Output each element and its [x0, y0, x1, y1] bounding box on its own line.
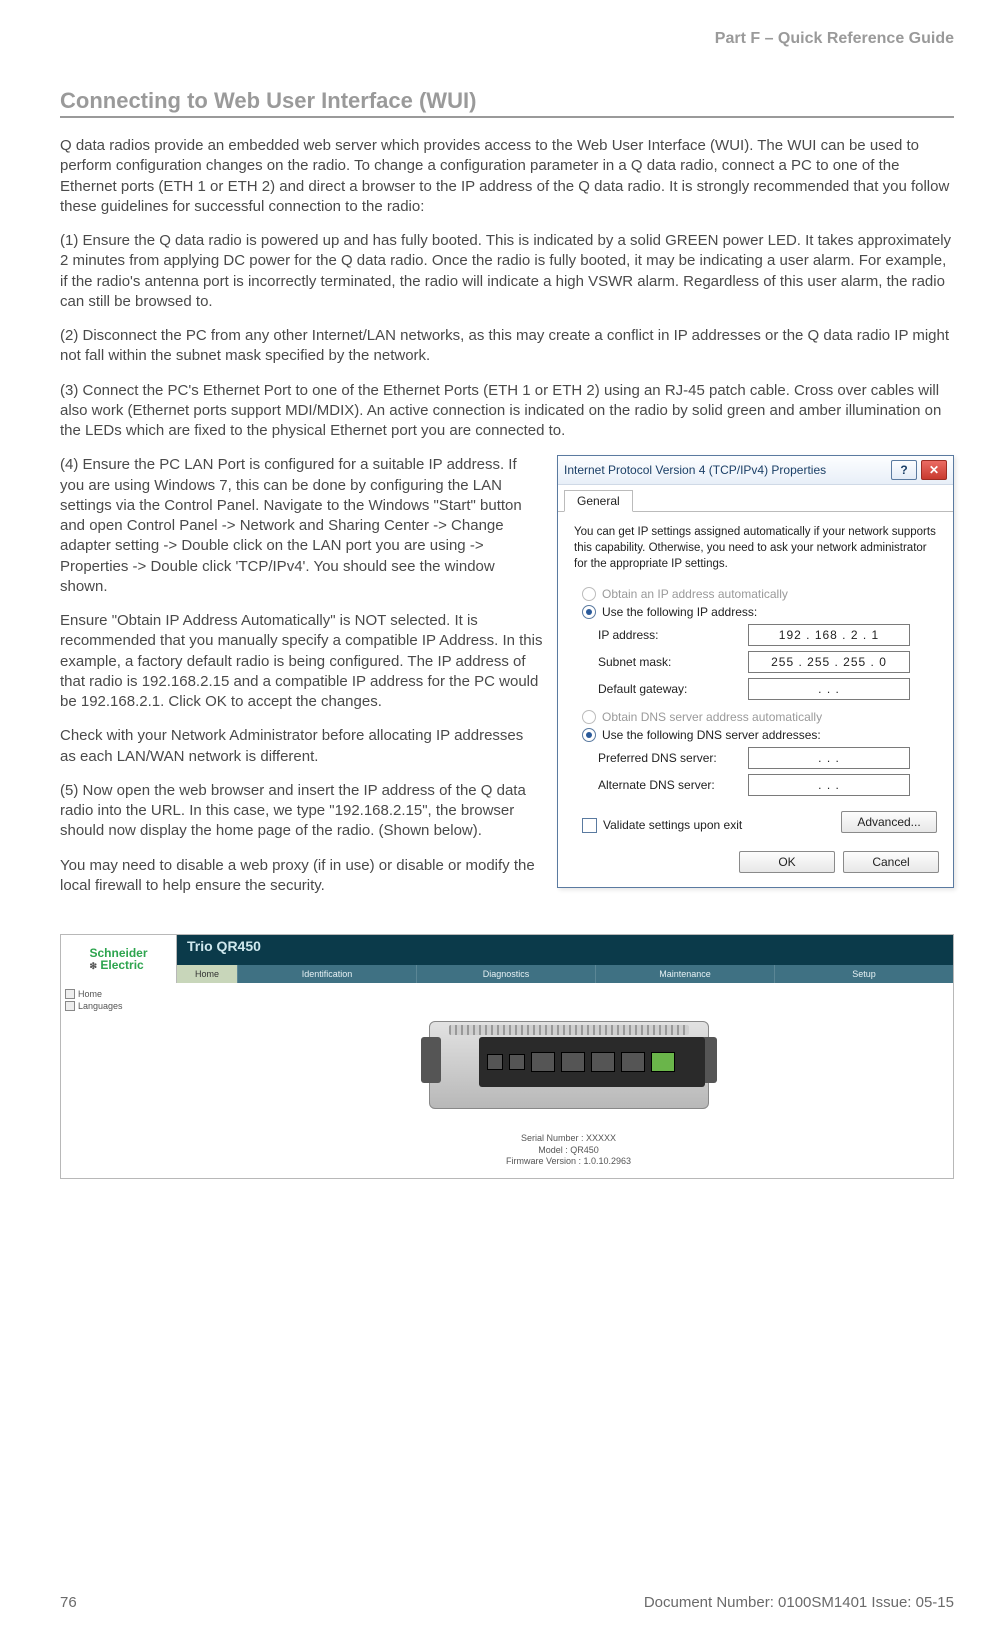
nav-setup[interactable]: Setup: [774, 965, 953, 983]
schneider-logo: Schneider ❇ Electric: [61, 935, 177, 983]
page-footer: 76 Document Number: 0100SM1401 Issue: 05…: [60, 1594, 954, 1611]
radio-use-ip-label: Use the following IP address:: [602, 605, 757, 619]
advanced-button[interactable]: Advanced...: [841, 811, 937, 833]
logo-text-bottom: Electric: [100, 958, 143, 972]
close-button[interactable]: ✕: [921, 460, 947, 480]
leaf-icon: ❇: [89, 961, 97, 971]
label-preferred-dns: Preferred DNS server:: [598, 751, 748, 765]
sidebar-languages[interactable]: Languages: [65, 1001, 180, 1011]
document-number: Document Number: 0100SM1401 Issue: 05-15: [644, 1594, 954, 1611]
step-5: (5) Now open the web browser and insert …: [60, 781, 543, 842]
cancel-button[interactable]: Cancel: [843, 851, 939, 873]
wui-sidebar: Home Languages: [61, 983, 184, 1178]
proxy-note: You may need to disable a web proxy (if …: [60, 856, 543, 897]
nav-diagnostics[interactable]: Diagnostics: [416, 965, 595, 983]
label-default-gateway: Default gateway:: [598, 682, 748, 696]
nav-home[interactable]: Home: [177, 965, 237, 983]
step-2: (2) Disconnect the PC from any other Int…: [60, 326, 954, 367]
radio-use-ip[interactable]: [582, 605, 596, 619]
label-subnet-mask: Subnet mask:: [598, 655, 748, 669]
square-icon: [65, 1001, 75, 1011]
device-image: [429, 1001, 709, 1121]
label-alternate-dns: Alternate DNS server:: [598, 778, 748, 792]
ok-button[interactable]: OK: [739, 851, 835, 873]
step-3: (3) Connect the PC's Ethernet Port to on…: [60, 381, 954, 442]
page-header: Part F – Quick Reference Guide: [60, 30, 954, 48]
square-icon: [65, 989, 75, 999]
default-gateway-field[interactable]: . . .: [748, 678, 910, 700]
radio-obtain-dns-label: Obtain DNS server address automatically: [602, 710, 822, 724]
step-4b: Ensure "Obtain IP Address Automatically"…: [60, 611, 543, 712]
step-1: (1) Ensure the Q data radio is powered u…: [60, 231, 954, 312]
meta-serial: Serial Number : XXXXX: [506, 1133, 631, 1145]
wui-homepage: Schneider ❇ Electric Trio QR450 Home Ide…: [60, 934, 954, 1179]
checkbox-validate[interactable]: [582, 818, 597, 833]
nav-maintenance[interactable]: Maintenance: [595, 965, 774, 983]
page-number: 76: [60, 1594, 77, 1611]
preferred-dns-field[interactable]: . . .: [748, 747, 910, 769]
meta-model: Model : QR450: [506, 1145, 631, 1157]
meta-firmware: Firmware Version : 1.0.10.2963: [506, 1156, 631, 1168]
dialog-titlebar[interactable]: Internet Protocol Version 4 (TCP/IPv4) P…: [558, 456, 953, 485]
subnet-mask-field[interactable]: 255 . 255 . 255 . 0: [748, 651, 910, 673]
radio-obtain-ip-label: Obtain an IP address automatically: [602, 587, 788, 601]
ipv4-properties-dialog: Internet Protocol Version 4 (TCP/IPv4) P…: [557, 455, 954, 887]
step-4c: Check with your Network Administrator be…: [60, 726, 543, 767]
nav-identification[interactable]: Identification: [237, 965, 416, 983]
radio-obtain-ip[interactable]: [582, 587, 596, 601]
label-ip-address: IP address:: [598, 628, 748, 642]
intro-paragraph: Q data radios provide an embedded web se…: [60, 136, 954, 217]
radio-obtain-dns[interactable]: [582, 710, 596, 724]
ip-address-field[interactable]: 192 . 168 . 2 . 1: [748, 624, 910, 646]
step-4a: (4) Ensure the PC LAN Port is configured…: [60, 455, 543, 597]
radio-use-dns[interactable]: [582, 728, 596, 742]
checkbox-validate-label: Validate settings upon exit: [603, 818, 742, 832]
radio-use-dns-label: Use the following DNS server addresses:: [602, 728, 821, 742]
help-button[interactable]: ?: [891, 460, 917, 480]
wui-product-title: Trio QR450: [177, 935, 953, 954]
device-meta: Serial Number : XXXXX Model : QR450 Firm…: [506, 1133, 631, 1168]
tab-general[interactable]: General: [564, 490, 633, 512]
dialog-title: Internet Protocol Version 4 (TCP/IPv4) P…: [564, 463, 826, 477]
wui-nav: Home Identification Diagnostics Maintena…: [177, 965, 953, 983]
alternate-dns-field[interactable]: . . .: [748, 774, 910, 796]
section-title: Connecting to Web User Interface (WUI): [60, 88, 954, 118]
sidebar-home[interactable]: Home: [65, 989, 180, 999]
dialog-info: You can get IP settings assigned automat…: [574, 524, 937, 572]
